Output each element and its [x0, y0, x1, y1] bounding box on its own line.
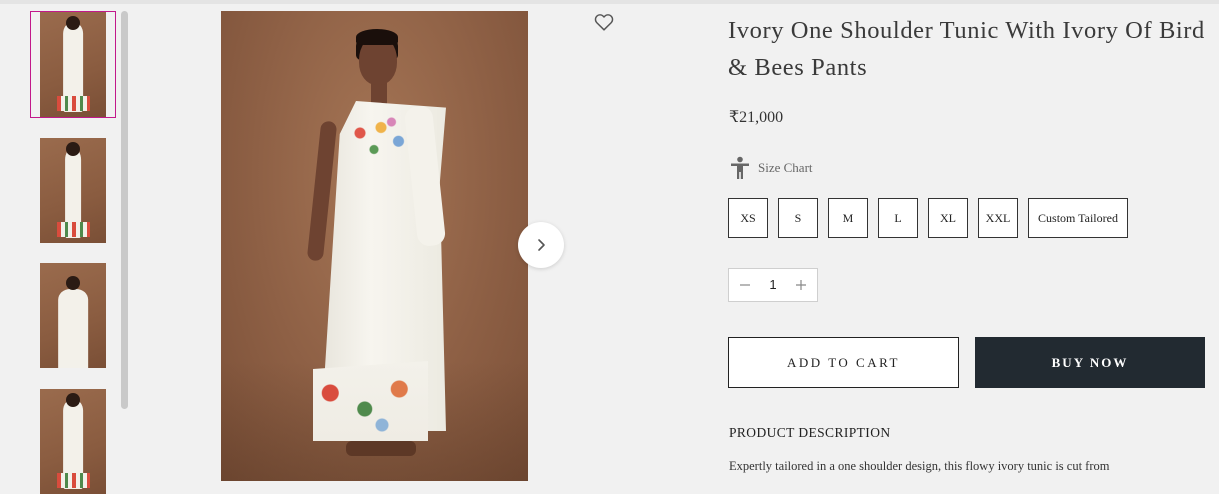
chevron-right-icon: [538, 239, 545, 251]
size-option-s[interactable]: S: [778, 198, 818, 238]
size-chart-label: Size Chart: [758, 160, 813, 175]
product-description-text: Expertly tailored in a one shoulder desi…: [729, 459, 1110, 473]
thumbnail-list: [0, 0, 135, 494]
person-icon: [731, 156, 749, 179]
quantity-value[interactable]: 1: [759, 269, 787, 301]
size-option-xs[interactable]: XS: [728, 198, 768, 238]
quantity-stepper: 1: [728, 268, 818, 302]
thumbnail-3[interactable]: [40, 263, 106, 368]
quantity-increase-button[interactable]: [787, 269, 815, 301]
top-bar: [0, 0, 1219, 4]
minus-icon: [740, 284, 750, 286]
add-to-cart-button[interactable]: ADD TO CART: [728, 337, 959, 388]
next-image-button[interactable]: [518, 222, 564, 268]
heart-outline-icon: [594, 14, 614, 31]
size-option-xl[interactable]: XL: [928, 198, 968, 238]
product-price: ₹21,000: [729, 109, 784, 126]
size-option-m[interactable]: M: [828, 198, 868, 238]
plus-icon: [796, 280, 806, 290]
thumbnail-scrollbar[interactable]: [121, 11, 128, 409]
size-option-custom-tailored[interactable]: Custom Tailored: [1028, 198, 1128, 238]
main-product-image[interactable]: [221, 11, 528, 481]
thumbnail-1[interactable]: [40, 12, 106, 117]
wishlist-button[interactable]: [592, 11, 616, 35]
product-description-heading: PRODUCT DESCRIPTION: [729, 425, 891, 440]
size-option-l[interactable]: L: [878, 198, 918, 238]
product-title: Ivory One Shoulder Tunic With Ivory Of B…: [728, 17, 1205, 81]
buy-now-button[interactable]: BUY NOW: [975, 337, 1205, 388]
thumbnail-2[interactable]: [40, 138, 106, 243]
thumbnail-4[interactable]: [40, 389, 106, 494]
size-chart-link[interactable]: Size Chart: [730, 156, 813, 180]
quantity-decrease-button[interactable]: [731, 269, 759, 301]
size-option-xxl[interactable]: XXL: [978, 198, 1018, 238]
